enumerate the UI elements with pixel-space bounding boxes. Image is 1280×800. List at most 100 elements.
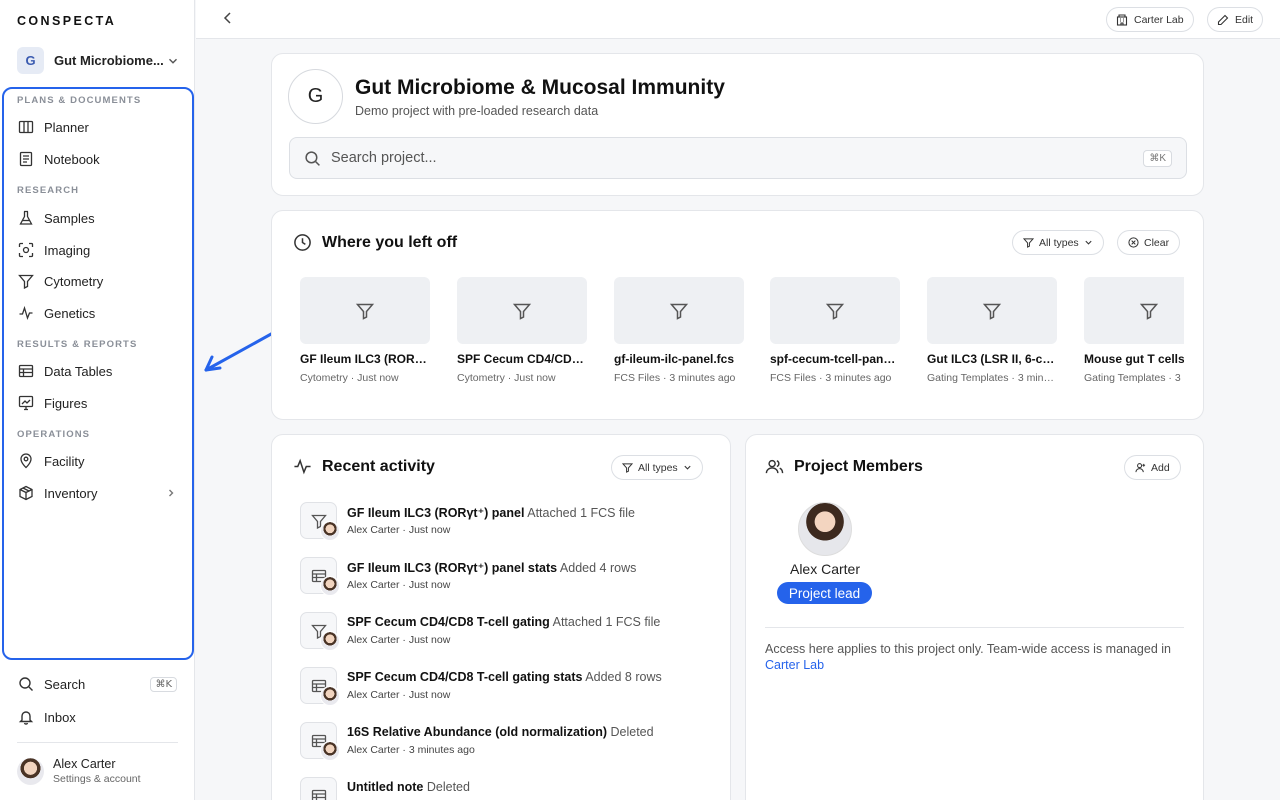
recent-item-name: spf-cecum-tcell-panel.fcs (770, 352, 901, 366)
avatar (320, 631, 340, 651)
close-circle-icon (1128, 237, 1139, 248)
search-shortcut: ⌘K (1143, 149, 1172, 167)
recent-item-name: Mouse gut T cells (1084, 352, 1184, 366)
funnel-icon (355, 303, 375, 320)
activity-type-filter[interactable]: All types (611, 455, 703, 480)
activity-row[interactable]: GF Ileum ILC3 (RORγt⁺) panel stats Added… (300, 557, 720, 601)
recent-item[interactable]: spf-cecum-tcell-panel.fcs FCS Files · 3 … (770, 277, 901, 384)
funnel-icon (17, 272, 35, 290)
sidebar-item-label: Genetics (44, 305, 96, 321)
page-subtitle: Demo project with pre-loaded research da… (355, 104, 599, 118)
recent-item-name: gf-ileum-ilc-panel.fcs (614, 352, 735, 366)
activity-action: Attached 1 FCS file (527, 506, 635, 520)
activity-row[interactable]: SPF Cecum CD4/CD8 T-cell gating Attached… (300, 612, 720, 656)
dna-icon (17, 304, 35, 322)
activity-subject: SPF Cecum CD4/CD8 T-cell gating (347, 615, 550, 629)
activity-type-icon (300, 777, 337, 800)
role-badge: Project lead (777, 582, 872, 604)
activity-title: GF Ileum ILC3 (RORγt⁺) panel Attached 1 … (347, 505, 635, 520)
chevron-down-icon (169, 58, 177, 64)
recent-item-meta: Cytometry · Just now (300, 372, 399, 384)
scan-icon (17, 241, 35, 259)
app-logo: CONSPECTA (17, 14, 117, 28)
map-pin-icon (17, 452, 35, 470)
activity-row[interactable]: SPF Cecum CD4/CD8 T-cell gating stats Ad… (300, 667, 720, 711)
recent-item-name: SPF Cecum CD4/CD8 T-cell gating (457, 352, 588, 366)
table-icon (17, 362, 35, 380)
recent-item-meta: Cytometry · Just now (457, 372, 556, 384)
recent-item[interactable]: GF Ileum ILC3 (RORγt*) panel Cytometry ·… (300, 277, 431, 384)
sidebar-item-figures[interactable]: Figures (17, 391, 177, 415)
sidebar-item-cytometry[interactable]: Cytometry (17, 269, 177, 293)
recent-item[interactable]: Mouse gut T cells Gating Templates · 3 m… (1084, 277, 1184, 384)
members-divider (765, 627, 1184, 628)
edit-button[interactable]: Edit (1207, 7, 1264, 32)
account-menu[interactable]: Alex Carter Settings & account (17, 757, 141, 785)
recent-item[interactable]: Gut ILC3 (LSR II, 6-color) Gating Templa… (927, 277, 1058, 384)
activity-row[interactable]: Untitled note Deleted (300, 777, 720, 800)
where-you-left-off-heading: Where you left off (293, 233, 457, 252)
sidebar-item-label: Notebook (44, 151, 100, 167)
activity-filter-label: All types (638, 461, 678, 474)
activity-meta: Alex Carter · Just now (347, 524, 451, 536)
recent-thumbnail (770, 277, 900, 344)
clear-button[interactable]: Clear (1117, 230, 1181, 255)
sidebar-item-imaging[interactable]: Imaging (17, 238, 177, 262)
project-switcher[interactable]: G Gut Microbiome... (17, 47, 180, 74)
search-icon (17, 675, 35, 693)
sidebar-item-planner[interactable]: Planner (17, 115, 177, 139)
access-note: Access here applies to this project only… (765, 641, 1185, 673)
type-filter[interactable]: All types (1012, 230, 1104, 255)
funnel-icon (825, 303, 845, 320)
activity-title: Untitled note Deleted (347, 780, 470, 794)
recent-item[interactable]: gf-ileum-ilc-panel.fcs FCS Files · 3 min… (614, 277, 745, 384)
chevron-right-icon (169, 489, 174, 497)
lab-button[interactable]: Carter Lab (1106, 7, 1194, 32)
add-member-button[interactable]: Add (1124, 455, 1181, 480)
building-icon (1116, 13, 1128, 26)
activity-meta: Alex Carter · Just now (347, 689, 451, 701)
activity-row[interactable]: GF Ileum ILC3 (RORγt⁺) panel Attached 1 … (300, 502, 720, 546)
section-label-research: RESEARCH (17, 185, 80, 196)
sidebar-item-label: Imaging (44, 242, 91, 258)
recent-item-meta: Gating Templates · 3 minutes ago (927, 372, 1058, 384)
user-settings-link: Settings & account (53, 773, 141, 785)
columns-icon (17, 118, 35, 136)
add-member-label: Add (1151, 461, 1170, 474)
search-input[interactable] (331, 150, 1144, 166)
sidebar-item-inventory[interactable]: Inventory (17, 481, 177, 505)
lab-link[interactable]: Carter Lab (765, 658, 824, 672)
recent-item[interactable]: SPF Cecum CD4/CD8 T-cell gating Cytometr… (457, 277, 588, 384)
sidebar-item-samples[interactable]: Samples (17, 206, 177, 230)
member-avatar[interactable] (798, 502, 852, 556)
recent-thumbnail (614, 277, 744, 344)
sidebar-divider (17, 742, 178, 743)
section-title: Recent activity (322, 457, 435, 475)
sidebar-search[interactable]: Search ⌘K (17, 672, 177, 696)
activity-subject: 16S Relative Abundance (old normalizatio… (347, 725, 607, 739)
back-arrow-icon[interactable] (220, 10, 236, 26)
edit-button-label: Edit (1235, 13, 1254, 26)
recent-items-strip: GF Ileum ILC3 (RORγt*) panel Cytometry ·… (300, 277, 1184, 392)
pencil-icon (1217, 14, 1229, 25)
recent-item-name: Gut ILC3 (LSR II, 6-color) (927, 352, 1058, 366)
activity-row[interactable]: 16S Relative Abundance (old normalizatio… (300, 722, 720, 766)
funnel-icon (669, 303, 689, 320)
section-title: Project Members (794, 457, 923, 475)
recent-thumbnail (457, 277, 587, 344)
project-avatar: G (17, 47, 44, 74)
sidebar-item-data-tables[interactable]: Data Tables (17, 359, 177, 383)
sidebar-item-label: Samples (44, 210, 95, 226)
sidebar-item-genetics[interactable]: Genetics (17, 301, 177, 325)
section-label-results: RESULTS & REPORTS (17, 339, 138, 350)
avatar (320, 521, 340, 541)
project-search[interactable]: ⌘K (289, 137, 1187, 179)
sidebar-inbox[interactable]: Inbox (17, 705, 177, 729)
sidebar-item-notebook[interactable]: Notebook (17, 147, 177, 171)
table-icon (311, 789, 326, 800)
clock-icon (294, 234, 311, 251)
search-shortcut: ⌘K (150, 676, 177, 692)
avatar (320, 686, 340, 706)
sidebar-item-facility[interactable]: Facility (17, 449, 177, 473)
activity-title: GF Ileum ILC3 (RORγt⁺) panel stats Added… (347, 560, 636, 575)
